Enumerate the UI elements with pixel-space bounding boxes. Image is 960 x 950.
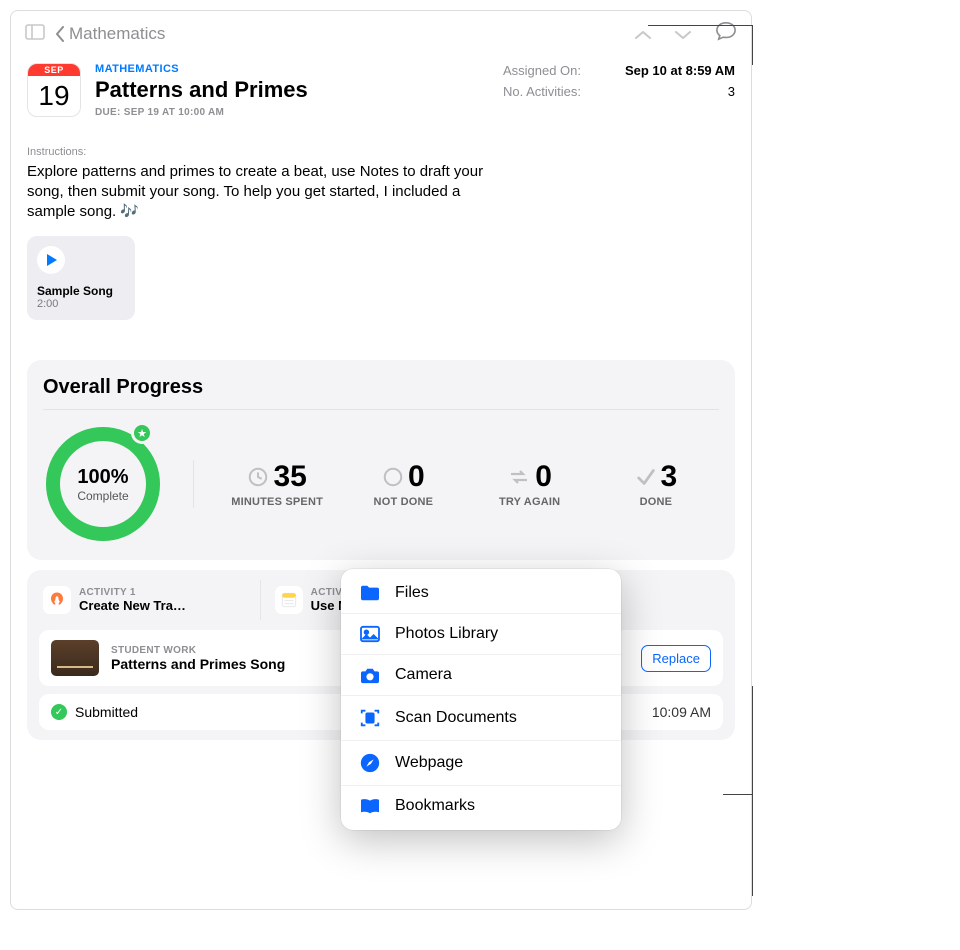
not-done-label: NOT DONE bbox=[340, 496, 466, 508]
photo-icon bbox=[359, 625, 381, 643]
subject-label: MATHEMATICS bbox=[95, 63, 489, 75]
progress-card: Overall Progress ★ 100% Complete bbox=[27, 360, 735, 560]
assigned-on-label: Assigned On: bbox=[503, 63, 581, 78]
back-button[interactable]: Mathematics bbox=[55, 24, 165, 44]
activities-count-label: No. Activities: bbox=[503, 84, 581, 99]
attachment-duration: 2:00 bbox=[37, 298, 125, 310]
submitted-label: Submitted bbox=[75, 704, 138, 720]
assignment-title: Patterns and Primes bbox=[95, 77, 489, 103]
activity-1[interactable]: ACTIVITY 1 Create New Tra… bbox=[39, 580, 261, 620]
calendar-icon: SEP 19 bbox=[27, 63, 81, 117]
callout-line bbox=[752, 25, 753, 65]
progress-percent: 100% bbox=[77, 466, 128, 489]
student-work-label: STUDENT WORK bbox=[111, 645, 285, 656]
replace-button[interactable]: Replace bbox=[641, 645, 711, 672]
popover-files-label: Files bbox=[395, 584, 429, 602]
submitted-time: 10:09 AM bbox=[652, 704, 711, 720]
sidebar-toggle-icon[interactable] bbox=[25, 23, 45, 46]
activity-1-label: ACTIVITY 1 bbox=[79, 587, 186, 598]
checkmark-icon: ✓ bbox=[51, 704, 67, 720]
instructions-text: Explore patterns and primes to create a … bbox=[11, 162, 511, 222]
attachment-source-popover: Files Photos Library Camera Scan Documen… bbox=[341, 569, 621, 830]
done-value: 3 bbox=[661, 460, 678, 494]
popover-item-photos[interactable]: Photos Library bbox=[341, 614, 621, 655]
popover-bookmarks-label: Bookmarks bbox=[395, 797, 475, 815]
progress-ring: ★ 100% Complete bbox=[43, 424, 163, 544]
stat-minutes: 35 MINUTES SPENT bbox=[214, 460, 340, 508]
callout-line bbox=[752, 686, 753, 896]
progress-percent-label: Complete bbox=[77, 489, 128, 503]
done-icon bbox=[635, 466, 657, 488]
scan-icon bbox=[359, 707, 381, 729]
topbar: Mathematics bbox=[11, 11, 751, 57]
try-again-label: TRY AGAIN bbox=[467, 496, 593, 508]
calendar-month: SEP bbox=[28, 64, 80, 76]
stat-not-done: 0 NOT DONE bbox=[340, 460, 466, 508]
app-window: Mathematics SEP 19 MATHEMATICS Patterns … bbox=[10, 10, 752, 910]
attachment-card[interactable]: Sample Song 2:00 bbox=[27, 236, 135, 320]
assignment-meta: Assigned On: Sep 10 at 8:59 AM No. Activ… bbox=[503, 63, 735, 118]
progress-title: Overall Progress bbox=[43, 376, 719, 399]
popover-photos-label: Photos Library bbox=[395, 625, 498, 643]
popover-item-bookmarks[interactable]: Bookmarks bbox=[341, 786, 621, 826]
assigned-on-value: Sep 10 at 8:59 AM bbox=[615, 63, 735, 78]
attachment-title: Sample Song bbox=[37, 284, 125, 298]
clock-icon bbox=[247, 466, 269, 488]
popover-item-camera[interactable]: Camera bbox=[341, 655, 621, 696]
not-done-value: 0 bbox=[408, 460, 425, 494]
popover-item-files[interactable]: Files bbox=[341, 573, 621, 614]
try-again-icon bbox=[507, 466, 531, 488]
minutes-label: MINUTES SPENT bbox=[214, 496, 340, 508]
minutes-value: 35 bbox=[273, 460, 306, 494]
compass-icon bbox=[359, 752, 381, 774]
notes-icon bbox=[275, 586, 303, 614]
activity-1-title: Create New Tra… bbox=[79, 598, 186, 613]
book-icon bbox=[359, 797, 381, 815]
activities-count-value: 3 bbox=[615, 84, 735, 99]
stat-done: 3 DONE bbox=[593, 460, 719, 508]
instructions-label: Instructions: bbox=[11, 126, 751, 162]
play-icon[interactable] bbox=[37, 246, 65, 274]
student-work-thumbnail bbox=[51, 640, 99, 676]
garageband-icon bbox=[43, 586, 71, 614]
stat-try-again: 0 TRY AGAIN bbox=[467, 460, 593, 508]
back-label: Mathematics bbox=[69, 24, 165, 44]
done-label: DONE bbox=[593, 496, 719, 508]
due-label: DUE: SEP 19 AT 10:00 AM bbox=[95, 107, 489, 118]
popover-item-scan[interactable]: Scan Documents bbox=[341, 696, 621, 741]
popover-item-webpage[interactable]: Webpage bbox=[341, 741, 621, 786]
popover-webpage-label: Webpage bbox=[395, 754, 463, 772]
try-again-value: 0 bbox=[535, 460, 552, 494]
student-work-title: Patterns and Primes Song bbox=[111, 656, 285, 672]
popover-camera-label: Camera bbox=[395, 666, 452, 684]
camera-icon bbox=[359, 666, 381, 684]
folder-icon bbox=[359, 584, 381, 602]
not-done-icon bbox=[382, 466, 404, 488]
calendar-day: 19 bbox=[28, 76, 80, 116]
popover-scan-label: Scan Documents bbox=[395, 709, 517, 727]
assignment-header: SEP 19 MATHEMATICS Patterns and Primes D… bbox=[11, 57, 751, 126]
